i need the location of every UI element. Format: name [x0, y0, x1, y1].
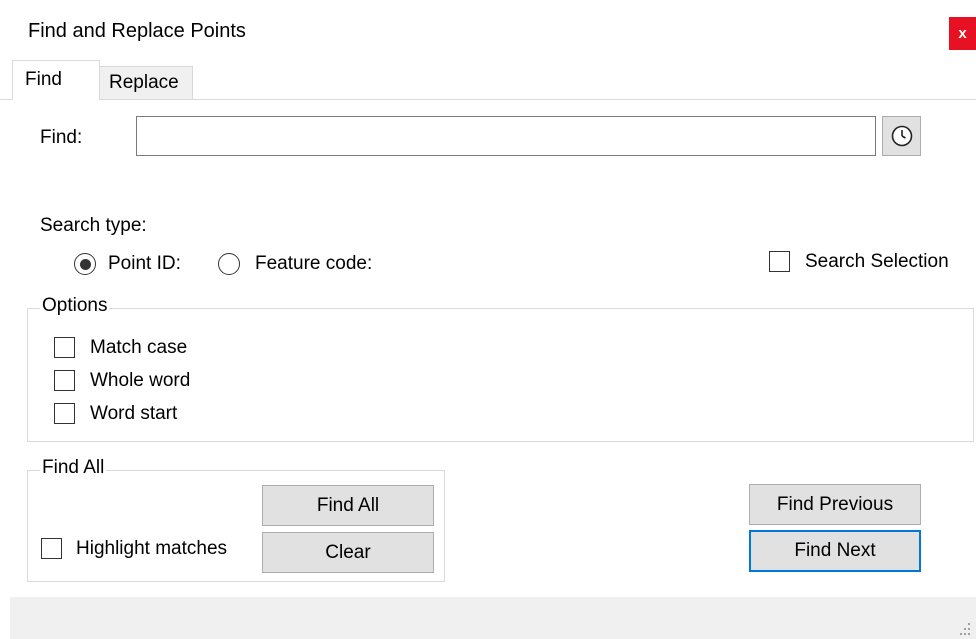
close-icon: x — [958, 25, 967, 42]
clock-icon — [891, 125, 912, 147]
find-input[interactable] — [136, 116, 876, 156]
point-id-label: Point ID: — [108, 253, 181, 274]
status-bar — [10, 597, 976, 639]
whole-word-label: Whole word — [90, 370, 191, 391]
resize-grip-icon[interactable] — [958, 620, 972, 636]
search-selection-label: Search Selection — [805, 251, 949, 272]
point-id-radio[interactable] — [74, 253, 96, 275]
find-next-button[interactable]: Find Next — [749, 530, 921, 572]
highlight-matches-checkbox[interactable] — [41, 538, 62, 559]
feature-code-label: Feature code: — [255, 253, 373, 274]
window-title: Find and Replace Points — [28, 20, 246, 42]
search-selection-checkbox[interactable] — [769, 251, 790, 272]
close-button[interactable]: x — [949, 17, 976, 50]
clear-button[interactable]: Clear — [262, 532, 434, 573]
match-case-checkbox[interactable] — [54, 337, 75, 358]
feature-code-radio[interactable] — [218, 253, 240, 275]
tab-replace[interactable]: Replace — [100, 66, 193, 99]
find-all-button[interactable]: Find All — [262, 485, 434, 526]
match-case-label: Match case — [90, 337, 188, 358]
word-start-checkbox[interactable] — [54, 403, 75, 424]
word-start-label: Word start — [90, 403, 178, 424]
tab-strip-divider — [0, 99, 976, 100]
highlight-matches-label: Highlight matches — [76, 538, 228, 559]
find-previous-button[interactable]: Find Previous — [749, 484, 921, 525]
find-all-legend: Find All — [40, 457, 107, 479]
tab-find[interactable]: Find — [12, 60, 100, 100]
radio-selected-dot — [79, 258, 91, 270]
search-type-label: Search type: — [40, 215, 147, 236]
find-history-button[interactable] — [882, 116, 921, 156]
whole-word-checkbox[interactable] — [54, 370, 75, 391]
find-label: Find: — [40, 127, 83, 148]
options-legend: Options — [40, 295, 110, 317]
